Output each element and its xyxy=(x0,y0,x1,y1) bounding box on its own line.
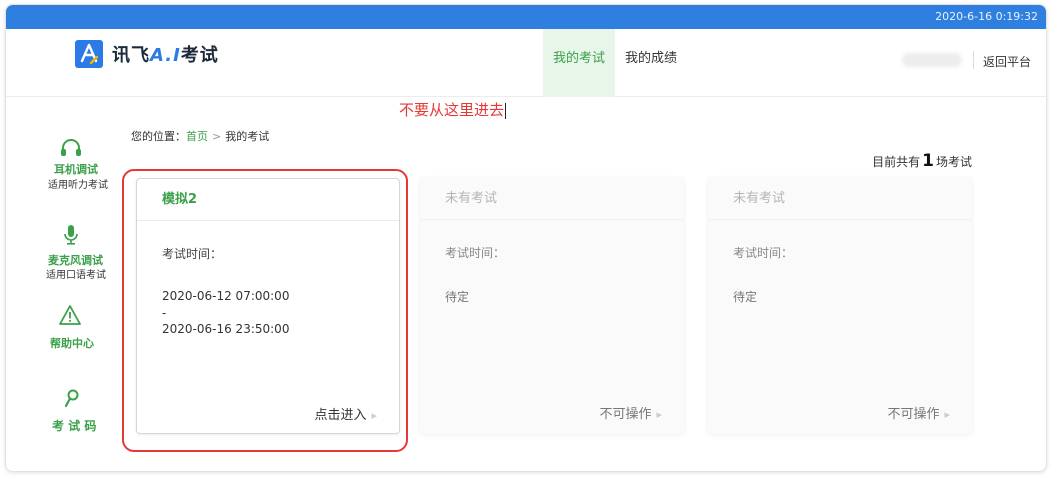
warning-annotation: 不要从这里进去 xyxy=(399,101,507,119)
microphone-icon xyxy=(64,225,78,249)
breadcrumb: 您的位置：首页 > 我的考试 xyxy=(131,128,269,144)
brand-name: 讯飞A.I考试 xyxy=(112,45,219,66)
sidebar-item-label: 考 试 码 xyxy=(52,419,97,433)
disabled-action-button: 不可操作 ▸ xyxy=(887,407,950,422)
key-icon xyxy=(64,389,80,413)
exam-count: 1 xyxy=(922,151,934,171)
nav-my-scores[interactable]: 我的成绩 xyxy=(615,29,687,97)
exam-card-placeholder: 未有考试 考试时间： 待定 不可操作 ▸ xyxy=(420,178,684,434)
chevron-right-icon: ▸ xyxy=(944,408,950,421)
sidebar-item-label: 帮助中心 xyxy=(50,337,94,350)
headphones-icon xyxy=(60,139,82,161)
disabled-action-button: 不可操作 ▸ xyxy=(599,407,662,422)
brand-logo[interactable]: 讯飞A.I考试 xyxy=(75,40,219,68)
breadcrumb-prefix: 您的位置： xyxy=(131,130,186,143)
highlight-box xyxy=(122,169,408,452)
exam-status: 待定 xyxy=(733,290,758,304)
sidebar-item-sublabel: 适用听力考试 xyxy=(48,180,108,191)
nav-my-exams[interactable]: 我的考试 xyxy=(543,29,616,97)
back-to-platform-link[interactable]: 返回平台 xyxy=(983,53,1031,70)
exam-time-label: 考试时间： xyxy=(733,246,794,260)
breadcrumb-home-link[interactable]: 首页 xyxy=(186,130,208,143)
breadcrumb-current: 我的考试 xyxy=(225,130,270,143)
main-nav: 我的考试 我的成绩 xyxy=(543,29,687,97)
text-caret xyxy=(505,102,507,119)
header: 讯飞A.I考试 我的考试 我的成绩 返回平台 xyxy=(6,29,1046,97)
app-window: 2020-6-16 0:19:32 讯飞A.I考试 我的考试 我的成绩 返回平台… xyxy=(5,4,1047,472)
header-divider xyxy=(973,51,974,69)
exam-card-title: 未有考试 xyxy=(708,178,972,220)
sidebar-item-sublabel: 适用口语考试 xyxy=(46,270,106,281)
exam-card-placeholder: 未有考试 考试时间： 待定 不可操作 ▸ xyxy=(708,178,972,434)
exam-time-label: 考试时间： xyxy=(445,246,506,260)
top-bar: 2020-6-16 0:19:32 xyxy=(6,5,1046,29)
exam-status: 待定 xyxy=(445,290,470,304)
sidebar-item-label: 耳机调试 xyxy=(54,163,98,176)
datetime-display: 2020-6-16 0:19:32 xyxy=(935,10,1038,23)
chevron-right-icon: ▸ xyxy=(656,408,662,421)
exam-card-title: 未有考试 xyxy=(420,178,684,220)
user-name-blurred[interactable] xyxy=(902,53,962,67)
warning-triangle-icon xyxy=(59,305,81,329)
breadcrumb-separator: > xyxy=(212,130,222,143)
exam-count-summary: 目前共有 1 场考试 xyxy=(872,151,972,171)
logo-icon xyxy=(75,40,103,68)
